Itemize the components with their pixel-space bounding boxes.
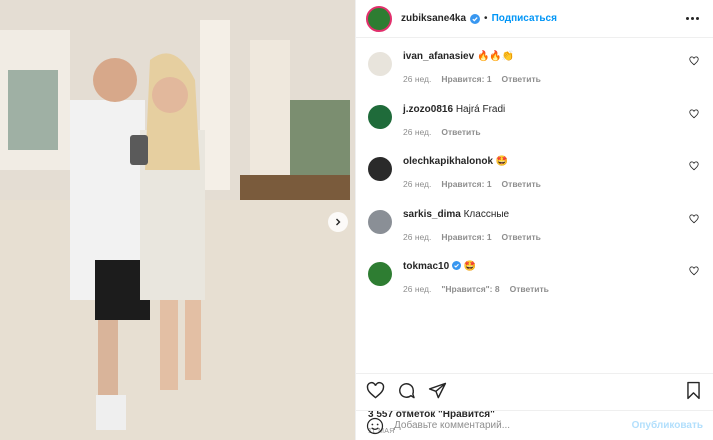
comment-icon[interactable] bbox=[397, 381, 416, 400]
publish-button[interactable]: Опубликовать bbox=[632, 420, 703, 431]
heart-icon[interactable] bbox=[689, 161, 699, 171]
post-actions bbox=[356, 373, 713, 407]
emoji-icon[interactable] bbox=[366, 417, 384, 435]
comment-text: Классные bbox=[463, 208, 510, 220]
post-header: zubiksane4ka • Подписаться bbox=[356, 0, 713, 38]
author-avatar[interactable] bbox=[366, 5, 392, 32]
reply-button[interactable]: Ответить bbox=[510, 284, 549, 294]
comment-username[interactable]: ivan_afanasiev bbox=[403, 51, 474, 62]
comment-likes[interactable]: Нравится: 1 bbox=[441, 179, 491, 189]
comment-item: tokmac10 🤩 26 нед. "Нравится": 8 Ответит… bbox=[368, 260, 701, 313]
reply-button[interactable]: Ответить bbox=[441, 127, 480, 137]
comment-username[interactable]: tokmac10 bbox=[403, 261, 449, 272]
more-options-icon[interactable] bbox=[682, 13, 703, 24]
chevron-right-icon bbox=[336, 218, 341, 226]
post-sidebar: zubiksane4ka • Подписаться ivan_afanasie… bbox=[355, 0, 713, 440]
share-icon[interactable] bbox=[428, 381, 447, 400]
comment-item: olechkapikhalonok 🤩 26 нед. Нравится: 1 … bbox=[368, 155, 701, 208]
comment-item: ivan_afanasiev 🔥🔥👏 26 нед. Нравится: 1 О… bbox=[368, 50, 701, 103]
comment-likes[interactable]: Нравится: 1 bbox=[441, 232, 491, 242]
heart-icon[interactable] bbox=[689, 266, 699, 276]
comment-text: 🤩 bbox=[495, 156, 509, 167]
comment-likes[interactable]: Нравится: 1 bbox=[441, 74, 491, 84]
heart-icon[interactable] bbox=[689, 56, 699, 66]
comments-list[interactable]: ivan_afanasiev 🔥🔥👏 26 нед. Нравится: 1 О… bbox=[356, 38, 713, 373]
heart-icon[interactable] bbox=[689, 109, 699, 119]
comment-age[interactable]: 26 нед. bbox=[403, 179, 431, 189]
bookmark-icon[interactable] bbox=[684, 381, 703, 400]
reply-button[interactable]: Ответить bbox=[502, 179, 541, 189]
comment-text: 🤩 bbox=[463, 261, 477, 272]
comment-item: sarkis_dima Классные 26 нед. Нравится: 1… bbox=[368, 208, 701, 261]
photo-scene bbox=[0, 0, 355, 440]
instagram-post: zubiksane4ka • Подписаться ivan_afanasie… bbox=[0, 0, 713, 440]
reply-button[interactable]: Ответить bbox=[502, 74, 541, 84]
comment-text: 🔥🔥👏 bbox=[476, 51, 515, 62]
post-photo[interactable] bbox=[0, 0, 355, 440]
comment-age[interactable]: 26 нед. bbox=[403, 284, 431, 294]
comment-avatar[interactable] bbox=[368, 262, 392, 286]
comment-age[interactable]: 26 нед. bbox=[403, 232, 431, 242]
comment-username[interactable]: olechkapikhalonok bbox=[403, 156, 493, 167]
comment-avatar[interactable] bbox=[368, 209, 392, 234]
follow-button[interactable]: Подписаться bbox=[492, 13, 557, 24]
comment-age[interactable]: 26 нед. bbox=[403, 74, 431, 84]
comment-avatar[interactable] bbox=[368, 52, 392, 76]
author-username[interactable]: zubiksane4ka bbox=[401, 13, 466, 24]
comment-text: Hajrá Fradi bbox=[455, 103, 506, 115]
heart-icon[interactable] bbox=[689, 214, 699, 224]
comment-avatar[interactable] bbox=[368, 104, 392, 129]
comment-username[interactable]: sarkis_dima bbox=[403, 209, 461, 220]
comment-age[interactable]: 26 нед. bbox=[403, 127, 431, 137]
comment-avatar[interactable] bbox=[368, 157, 392, 181]
verified-icon bbox=[451, 261, 461, 270]
comment-input[interactable] bbox=[394, 420, 632, 431]
comment-item: j.zozo0816 Hajrá Fradi 26 нед. Ответить bbox=[368, 103, 701, 156]
next-photo-button[interactable] bbox=[328, 212, 348, 232]
heart-icon[interactable] bbox=[366, 381, 385, 400]
add-comment-bar: Опубликовать bbox=[356, 410, 713, 440]
verified-icon bbox=[470, 13, 481, 24]
reply-button[interactable]: Ответить bbox=[502, 232, 541, 242]
comment-username[interactable]: j.zozo0816 bbox=[403, 104, 453, 115]
header-separator: • bbox=[484, 13, 488, 24]
comment-likes[interactable]: "Нравится": 8 bbox=[441, 284, 499, 294]
